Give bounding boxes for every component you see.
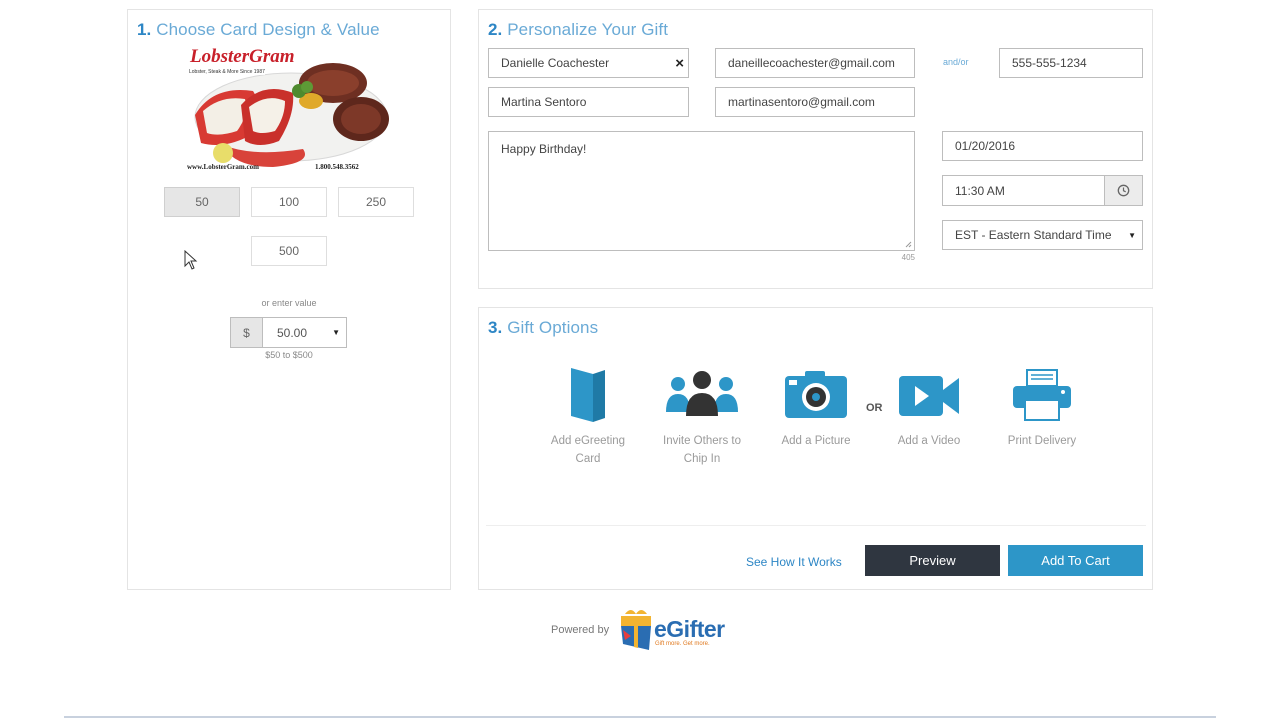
- add-to-cart-button[interactable]: Add To Cart: [1008, 545, 1143, 576]
- add-picture-label: Add a Picture: [781, 435, 851, 447]
- clock-icon: [1117, 184, 1130, 197]
- delivery-time-field[interactable]: 11:30 AM: [942, 175, 1143, 206]
- print-delivery-label: Print Delivery: [1007, 435, 1077, 447]
- value-button-100[interactable]: 100: [251, 187, 327, 217]
- add-picture-option[interactable]: Add a Picture: [766, 366, 866, 450]
- invite-others-option[interactable]: Invite Others to Chip In: [652, 366, 752, 468]
- value-button-50[interactable]: 50: [164, 187, 240, 217]
- camera-icon: [785, 371, 847, 418]
- personalize-title: 2. Personalize Your Gift: [488, 20, 669, 39]
- egifter-tagline: Gift more. Get more.: [655, 641, 710, 647]
- sender-email-field[interactable]: martinasentoro@gmail.com: [715, 87, 915, 117]
- resize-handle-icon[interactable]: [905, 241, 912, 248]
- print-delivery-option[interactable]: Print Delivery: [992, 366, 1092, 450]
- custom-value-group: $ 50.00 ▼: [230, 317, 347, 348]
- custom-value-select[interactable]: 50.00 ▼: [263, 318, 346, 347]
- add-video-option[interactable]: Add a Video: [879, 366, 979, 450]
- card-brand-tagline: Lobster, Steak & More Since 1987: [189, 69, 265, 75]
- recipient-phone-field[interactable]: 555-555-1234: [999, 48, 1143, 78]
- value-button-250[interactable]: 250: [338, 187, 414, 217]
- card-phone: 1.800.548.3562: [315, 163, 359, 171]
- or-enter-value-label: or enter value: [261, 298, 317, 308]
- timezone-text: EST - Eastern Standard Time: [955, 228, 1112, 242]
- andor-label: and/or: [943, 57, 969, 67]
- egifter-brand-text: eGifter: [654, 616, 725, 642]
- recipient-name-text: Danielle Coachester: [501, 56, 610, 70]
- add-egreeting-card-option[interactable]: Add eGreeting Card: [538, 366, 638, 468]
- recipient-email-field[interactable]: daneillecoachester@gmail.com: [715, 48, 915, 78]
- clear-icon[interactable]: ×: [675, 55, 684, 72]
- powered-by-label: Powered by: [551, 624, 610, 636]
- video-camera-icon: [899, 376, 959, 416]
- card-website: www.LobsterGram.com: [187, 163, 259, 171]
- gift-options-title: 3. Gift Options: [488, 318, 599, 337]
- card-brand-logo: LobsterGram: [187, 46, 298, 68]
- mouse-cursor-icon: [184, 250, 198, 270]
- invite-others-label: Invite Others to Chip In: [663, 435, 741, 465]
- add-egreeting-card-label: Add eGreeting Card: [550, 435, 626, 465]
- value-range-label: $50 to $500: [265, 350, 313, 360]
- caret-down-icon: ▼: [1128, 230, 1136, 240]
- timezone-select[interactable]: EST - Eastern Standard Time ▼: [942, 220, 1143, 250]
- page-bottom-border: [64, 716, 1216, 718]
- time-picker-button[interactable]: [1104, 176, 1142, 205]
- delivery-time-text: 11:30 AM: [955, 183, 1005, 198]
- options-divider: [486, 525, 1146, 526]
- message-textarea[interactable]: Happy Birthday!: [488, 131, 915, 251]
- sender-name-field[interactable]: Martina Sentoro: [488, 87, 689, 117]
- preview-button[interactable]: Preview: [865, 545, 1000, 576]
- custom-value-text: 50.00: [277, 325, 308, 340]
- char-count: 405: [901, 253, 915, 262]
- value-button-500[interactable]: 500: [251, 236, 327, 266]
- gift-box-icon: [621, 610, 651, 650]
- card-design-title: 1. Choose Card Design & Value: [137, 20, 380, 39]
- gift-card-image[interactable]: LobsterGram Lobster, Steak & More Since …: [183, 45, 393, 175]
- delivery-date-field[interactable]: 01/20/2016: [942, 131, 1143, 161]
- see-how-it-works-link[interactable]: See How It Works: [746, 555, 842, 569]
- printer-icon: [1013, 369, 1071, 421]
- greeting-card-icon: [571, 368, 605, 422]
- egifter-logo[interactable]: eGifter Gift more. Get more.: [617, 606, 737, 654]
- caret-down-icon: ▼: [332, 328, 340, 337]
- currency-addon: $: [231, 318, 263, 347]
- add-video-label: Add a Video: [897, 435, 961, 447]
- recipient-name-field[interactable]: Danielle Coachester ×: [488, 48, 689, 78]
- group-icon: [666, 371, 738, 416]
- message-text: Happy Birthday!: [501, 142, 587, 156]
